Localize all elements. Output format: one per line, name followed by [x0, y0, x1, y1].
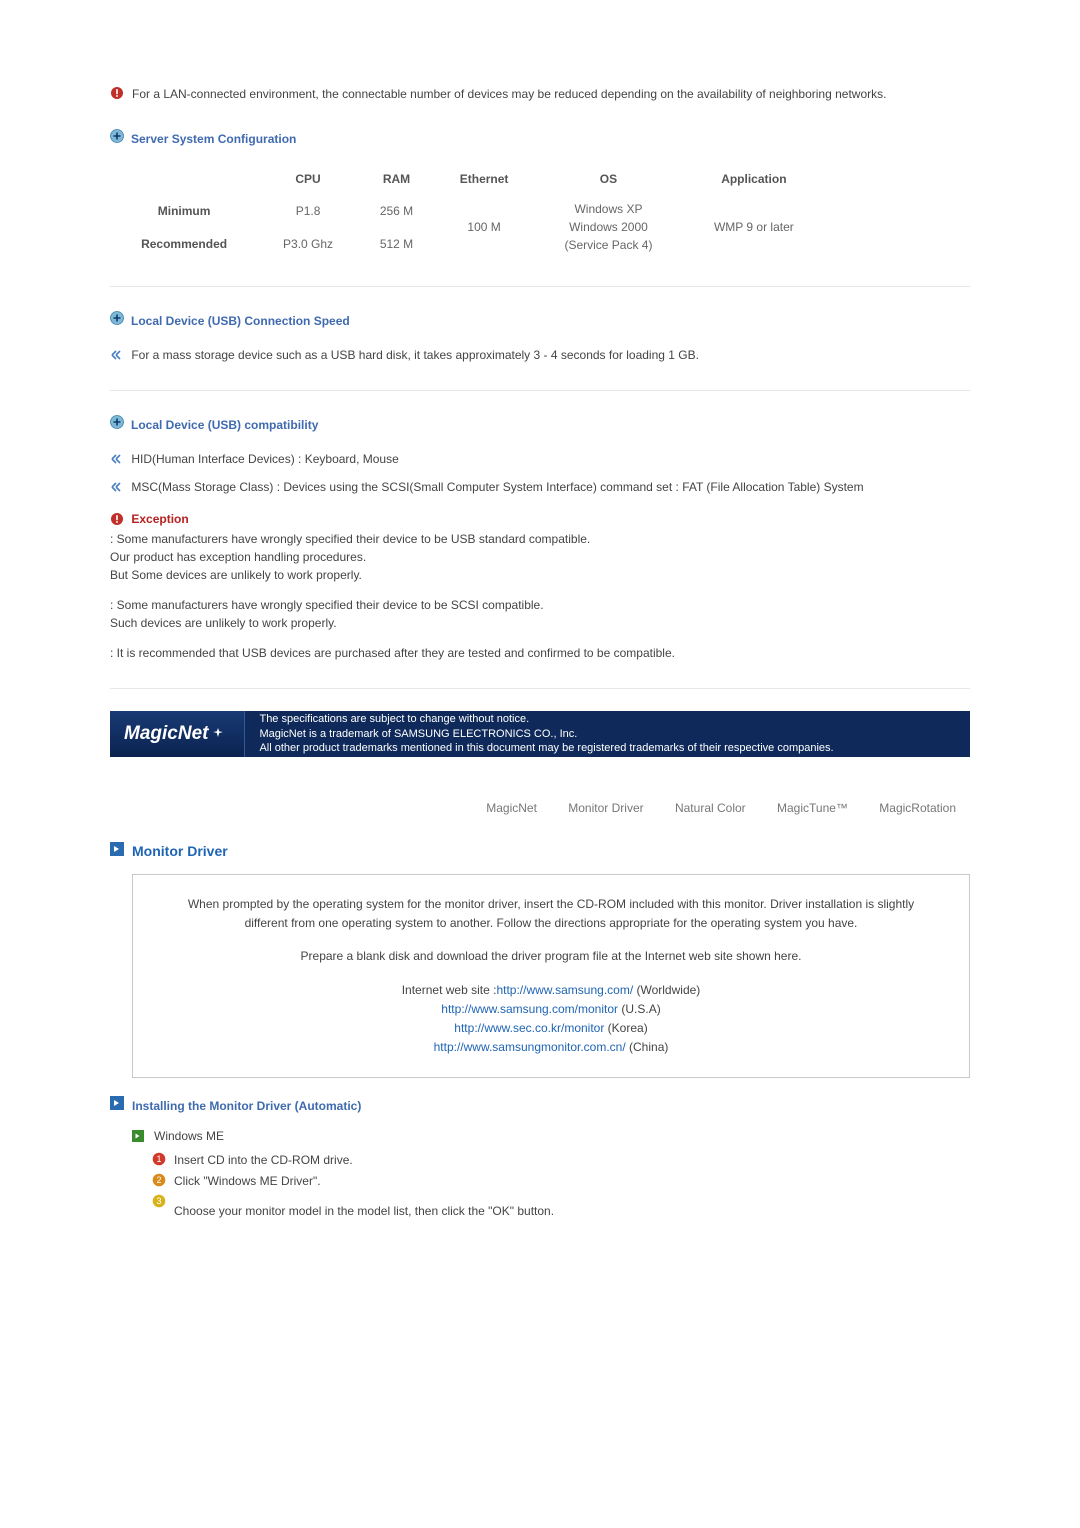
msc-text: MSC(Mass Storage Class) : Devices using …: [131, 480, 863, 494]
usb-compat-title: Local Device (USB) compatibility: [131, 416, 318, 434]
step-2-text: Click "Windows ME Driver".: [174, 1174, 321, 1188]
lan-note: For a LAN-connected environment, the con…: [110, 85, 970, 105]
link-china[interactable]: http://www.samsungmonitor.com.cn/: [434, 1040, 626, 1054]
usb-compat-heading: Local Device (USB) compatibility: [110, 415, 970, 434]
app-val: WMP 9 or later: [684, 194, 824, 260]
msc-row: MSC(Mass Storage Class) : Devices using …: [110, 478, 970, 496]
divider: [110, 390, 970, 391]
magicnet-banner: MagicNet The specifications are subject …: [110, 711, 970, 757]
link-ww-tag: (Worldwide): [633, 983, 700, 997]
tab-magictune[interactable]: MagicTune™: [777, 801, 848, 815]
monitor-driver-box: When prompted by the operating system fo…: [132, 874, 970, 1078]
hid-row: HID(Human Interface Devices) : Keyboard,…: [110, 450, 970, 468]
ethernet-val: 100 M: [435, 194, 533, 260]
tab-natural-color[interactable]: Natural Color: [675, 801, 746, 815]
os-line1: Windows XP: [545, 200, 672, 218]
usb-speed-title: Local Device (USB) Connection Speed: [131, 312, 350, 330]
usb-speed-heading: Local Device (USB) Connection Speed: [110, 311, 970, 330]
alert-icon: [110, 86, 124, 105]
magicnet-text: The specifications are subject to change…: [245, 706, 847, 763]
install-auto-title: Installing the Monitor Driver (Automatic…: [132, 1097, 361, 1115]
box-prepare: Prepare a blank disk and download the dr…: [169, 947, 933, 966]
banner-line2: MagicNet is a trademark of SAMSUNG ELECT…: [259, 727, 833, 742]
banner-line3: All other product trademarks mentioned i…: [259, 741, 833, 756]
magicnet-logo: MagicNet: [110, 711, 245, 757]
os-winme-label: Windows ME: [154, 1127, 224, 1145]
arrow-right-small-icon: [132, 1130, 144, 1142]
site-label: Internet web site :: [402, 983, 497, 997]
link-worldwide[interactable]: http://www.samsung.com/: [496, 983, 633, 997]
link-us-tag: (U.S.A): [618, 1002, 661, 1016]
exception-1: : Some manufacturers have wrongly specif…: [110, 530, 970, 584]
link-korea[interactable]: http://www.sec.co.kr/monitor: [454, 1021, 604, 1035]
svg-text:2: 2: [156, 1175, 161, 1185]
step-number-3-icon: 3: [152, 1194, 166, 1208]
divider: [110, 688, 970, 689]
server-config-table: CPU RAM Ethernet OS Application Minimum …: [110, 164, 824, 260]
os-val: Windows XP Windows 2000 (Service Pack 4): [533, 194, 684, 260]
exception-title: Exception: [131, 512, 188, 526]
svg-text:1: 1: [156, 1154, 161, 1164]
monitor-driver-heading: Monitor Driver: [110, 841, 970, 862]
lan-note-text: For a LAN-connected environment, the con…: [132, 85, 886, 103]
exception-2: : Some manufacturers have wrongly specif…: [110, 596, 970, 632]
chevron-icon: [110, 480, 131, 494]
link-kr-tag: (Korea): [604, 1021, 647, 1035]
exception-3: : It is recommended that USB devices are…: [110, 644, 970, 662]
col-ram: RAM: [358, 164, 435, 194]
box-intro: When prompted by the operating system fo…: [169, 895, 933, 933]
tab-monitor-driver[interactable]: Monitor Driver: [568, 801, 643, 815]
os-winme-row: Windows ME: [132, 1127, 970, 1145]
svg-text:3: 3: [156, 1196, 161, 1206]
os-line3: (Service Pack 4): [545, 236, 672, 254]
box-links: Internet web site :http://www.samsung.co…: [169, 981, 933, 1058]
step-number-1-icon: 1: [152, 1152, 166, 1166]
install-steps: 1 Insert CD into the CD-ROM drive. 2 Cli…: [110, 1151, 970, 1190]
link-cn-tag: (China): [626, 1040, 669, 1054]
col-os: OS: [533, 164, 684, 194]
plus-icon: [110, 129, 131, 148]
tab-links: MagicNet Monitor Driver Natural Color Ma…: [110, 799, 970, 817]
link-usa[interactable]: http://www.samsung.com/monitor: [441, 1002, 618, 1016]
exception-heading: Exception: [110, 510, 970, 528]
tab-magicrotation[interactable]: MagicRotation: [879, 801, 956, 815]
row-minimum: Minimum: [110, 194, 258, 227]
step-number-2-icon: 2: [152, 1173, 166, 1187]
rec-cpu: P3.0 Ghz: [258, 227, 358, 260]
tab-magicnet[interactable]: MagicNet: [486, 801, 537, 815]
alert-icon: [110, 512, 124, 526]
install-auto-heading: Installing the Monitor Driver (Automatic…: [110, 1096, 970, 1115]
chevron-icon: [110, 452, 131, 466]
chevron-icon: [110, 348, 131, 362]
magicnet-logo-text: MagicNet: [124, 720, 208, 749]
plus-icon: [110, 415, 131, 434]
step-1: 1 Insert CD into the CD-ROM drive.: [152, 1151, 970, 1169]
usb-speed-body-row: For a mass storage device such as a USB …: [110, 346, 970, 364]
min-cpu: P1.8: [258, 194, 358, 227]
col-ethernet: Ethernet: [435, 164, 533, 194]
step-3-body: Choose your monitor model in the model l…: [174, 1202, 970, 1220]
banner-line1: The specifications are subject to change…: [259, 712, 833, 727]
rec-ram: 512 M: [358, 227, 435, 260]
step-2: 2 Click "Windows ME Driver".: [152, 1172, 970, 1190]
sparkle-icon: [210, 726, 226, 742]
server-config-heading: Server System Configuration: [110, 129, 970, 148]
divider: [110, 286, 970, 287]
col-cpu: CPU: [258, 164, 358, 194]
min-ram: 256 M: [358, 194, 435, 227]
server-config-title: Server System Configuration: [131, 130, 296, 148]
step-1-text: Insert CD into the CD-ROM drive.: [174, 1153, 353, 1167]
hid-text: HID(Human Interface Devices) : Keyboard,…: [131, 452, 398, 466]
col-application: Application: [684, 164, 824, 194]
monitor-driver-title: Monitor Driver: [132, 841, 228, 862]
usb-speed-body: For a mass storage device such as a USB …: [131, 348, 699, 362]
os-line2: Windows 2000: [545, 218, 672, 236]
row-recommended: Recommended: [110, 227, 258, 260]
plus-icon: [110, 311, 131, 330]
arrow-right-icon: [110, 841, 132, 862]
arrow-right-icon: [110, 1096, 132, 1115]
